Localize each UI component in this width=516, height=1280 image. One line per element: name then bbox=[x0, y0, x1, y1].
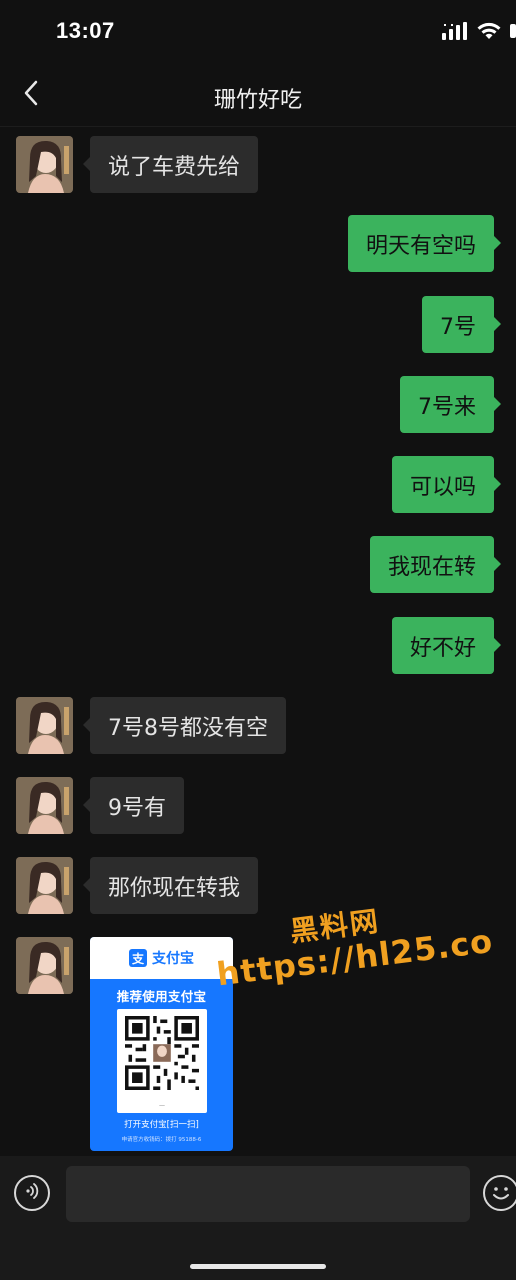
message-outgoing: 7号来 bbox=[400, 376, 502, 433]
message-input[interactable] bbox=[66, 1166, 470, 1222]
alipay-footer: 打开支付宝[扫一扫] bbox=[124, 1120, 199, 1130]
status-bar: 13:07 bbox=[0, 0, 516, 64]
message-bubble[interactable]: 我现在转 bbox=[369, 536, 502, 593]
message-incoming-image: 支 支付宝 推荐使用支付宝 — 打开支付宝[扫一扫] 申请官方收钱码：拨打 95… bbox=[16, 937, 233, 1151]
message-bubble[interactable]: 7号8号都没有空 bbox=[83, 697, 286, 754]
message-incoming: 那你现在转我 bbox=[16, 857, 259, 914]
voice-icon bbox=[22, 1181, 42, 1205]
message-incoming: 说了车费先给 bbox=[16, 136, 259, 193]
message-bubble[interactable]: 7号 bbox=[422, 296, 501, 353]
emoji-button[interactable] bbox=[483, 1175, 516, 1211]
voice-button[interactable] bbox=[14, 1175, 50, 1211]
alipay-qr-image[interactable]: 支 支付宝 推荐使用支付宝 — 打开支付宝[扫一扫] 申请官方收钱码：拨打 95… bbox=[90, 937, 233, 1151]
qr-code-panel: — bbox=[117, 1009, 207, 1113]
message-outgoing: 我现在转 bbox=[369, 536, 502, 593]
battery-icon bbox=[510, 22, 516, 44]
status-icons bbox=[442, 22, 516, 44]
message-incoming: 9号有 bbox=[16, 777, 184, 834]
signal-icon bbox=[442, 22, 468, 44]
message-bubble[interactable]: 好不好 bbox=[391, 617, 502, 674]
message-outgoing: 明天有空吗 bbox=[347, 215, 502, 272]
message-outgoing: 7号 bbox=[422, 296, 502, 353]
alipay-footer-small: 申请官方收钱码：拨打 95188-6 bbox=[121, 1137, 202, 1143]
message-bubble[interactable]: 那你现在转我 bbox=[82, 857, 259, 914]
chat-header: 珊竹好吃 bbox=[0, 64, 516, 127]
qr-code-icon bbox=[125, 1016, 199, 1090]
input-bar bbox=[0, 1156, 516, 1280]
status-time: 13:07 bbox=[56, 18, 115, 43]
alipay-headline: 推荐使用支付宝 bbox=[116, 989, 207, 1004]
message-incoming: 7号8号都没有空 bbox=[16, 697, 286, 754]
message-list[interactable]: 说了车费先给 明天有空吗 7号 7号来 可以吗 我现在转 好不好 7号8号都没有… bbox=[0, 126, 516, 1156]
contact-avatar[interactable] bbox=[16, 136, 73, 193]
qr-caption: — bbox=[159, 1102, 165, 1109]
home-indicator[interactable] bbox=[190, 1264, 326, 1269]
contact-avatar[interactable] bbox=[16, 857, 73, 914]
message-bubble[interactable]: 9号有 bbox=[83, 777, 184, 834]
wifi-icon bbox=[476, 22, 502, 44]
alipay-brand-bar: 支 支付宝 bbox=[90, 937, 233, 979]
message-outgoing: 可以吗 bbox=[391, 456, 502, 513]
message-bubble[interactable]: 说了车费先给 bbox=[82, 136, 259, 193]
alipay-logo-icon: 支 bbox=[129, 949, 147, 967]
contact-avatar[interactable] bbox=[16, 697, 73, 754]
alipay-brand: 支付宝 bbox=[152, 951, 194, 967]
message-bubble[interactable]: 7号来 bbox=[400, 376, 501, 433]
chat-title: 珊竹好吃 bbox=[213, 88, 302, 113]
message-outgoing: 好不好 bbox=[391, 617, 502, 674]
contact-avatar[interactable] bbox=[16, 937, 73, 994]
contact-avatar[interactable] bbox=[16, 777, 73, 834]
message-bubble[interactable]: 可以吗 bbox=[391, 456, 502, 513]
message-bubble[interactable]: 明天有空吗 bbox=[347, 215, 502, 272]
